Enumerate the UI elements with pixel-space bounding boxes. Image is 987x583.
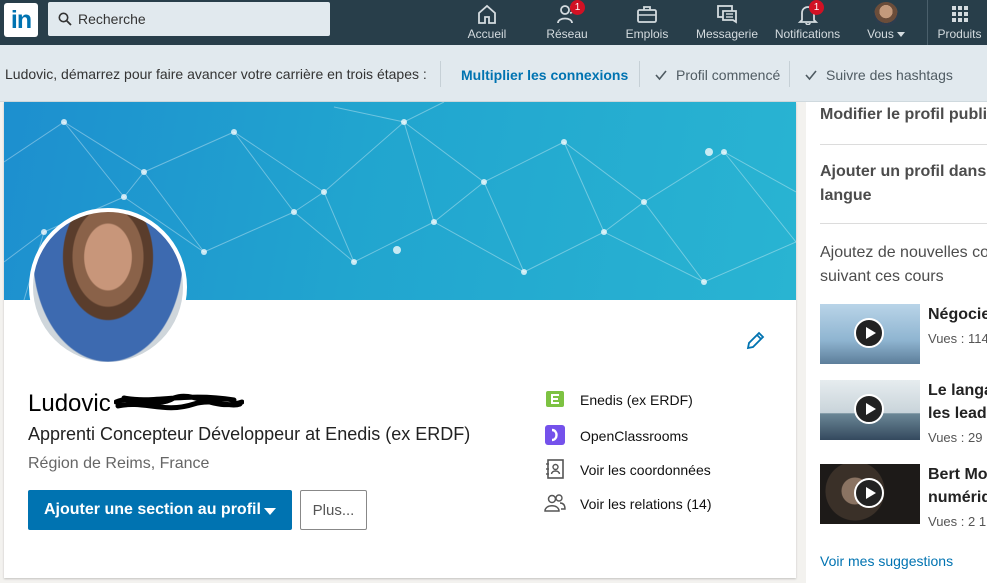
step-follow-hashtags[interactable]: Suivre des hashtags: [805, 67, 953, 83]
edit-pencil-icon[interactable]: [744, 330, 766, 352]
nav-label: Messagerie: [695, 27, 759, 41]
nav-item-home[interactable]: Accueil: [453, 0, 521, 45]
nav-label: Notifications: [774, 27, 841, 41]
messaging-icon: [717, 5, 737, 24]
people-icon: [544, 494, 566, 512]
profile-headline: Apprenti Concepteur Développeur at Enedi…: [28, 424, 471, 444]
add-language-profile-link[interactable]: Ajouter un profil dans u: [820, 160, 987, 184]
right-rail: Modifier le profil public Ajouter un pro…: [806, 102, 987, 583]
nav-label: Vous: [867, 27, 894, 41]
link-label: Voir les relations (14): [580, 496, 712, 512]
contact-card-icon: [546, 459, 564, 479]
profile-photo[interactable]: [29, 208, 187, 366]
course-item[interactable]: Négocie Vues : 114: [820, 304, 987, 366]
checkmark-icon: [655, 70, 667, 81]
courses-intro: Ajoutez de nouvelles co: [820, 244, 987, 261]
search-icon: [58, 12, 72, 26]
school-link[interactable]: OpenClassrooms: [544, 424, 774, 450]
profile-location: Région de Reims, France: [28, 455, 210, 472]
nav-label-wrap: Vous: [860, 27, 912, 41]
steps-intro: Ludovic, démarrez pour faire avancer vot…: [5, 66, 427, 82]
connections-link[interactable]: Voir les relations (14): [544, 492, 774, 518]
nav-label: Produits: [937, 27, 982, 41]
course-views: Vues : 2 1: [928, 514, 987, 529]
step-label: Profil commencé: [676, 67, 781, 83]
edit-public-profile-link[interactable]: Modifier le profil public: [820, 103, 987, 127]
redaction-scribble: [114, 393, 244, 411]
button-label: Ajouter une section au profil: [44, 501, 261, 518]
course-item[interactable]: Le langa les leade Vues : 29: [820, 380, 987, 445]
notification-badge: 1: [570, 0, 585, 15]
link-label: Voir les coordonnées: [580, 462, 711, 478]
play-icon[interactable]: [854, 478, 884, 508]
nav-label: Emplois: [625, 27, 669, 41]
briefcase-icon: [637, 6, 657, 23]
nav-item-notifications[interactable]: 1 Notifications: [770, 0, 845, 45]
course-title-line2: les leade: [928, 405, 987, 422]
more-button[interactable]: Plus...: [300, 490, 367, 530]
course-item[interactable]: Bert Mo numériq Vues : 2 1: [820, 464, 987, 529]
search-input[interactable]: [78, 2, 323, 36]
linkedin-logo-icon[interactable]: in: [4, 3, 38, 37]
link-label: Enedis (ex ERDF): [580, 392, 693, 408]
notification-badge: 1: [809, 0, 824, 15]
contact-info-link[interactable]: Voir les coordonnées: [544, 458, 774, 484]
course-views: Vues : 114: [928, 331, 987, 346]
play-icon[interactable]: [854, 318, 884, 348]
checkmark-icon: [805, 70, 817, 81]
onboarding-steps-bar: Ludovic, démarrez pour faire avancer vot…: [0, 45, 987, 102]
nav-item-messaging[interactable]: Messagerie: [692, 0, 762, 45]
course-title-line2: numériq: [928, 489, 987, 506]
link-label: OpenClassrooms: [580, 428, 689, 444]
step-profile-started[interactable]: Profil commencé: [655, 67, 781, 83]
nav-label: Accueil: [467, 27, 507, 41]
add-language-profile-link-line2[interactable]: langue: [820, 184, 872, 208]
add-profile-section-button[interactable]: Ajouter une section au profil: [28, 490, 292, 530]
chevron-down-icon: [264, 508, 276, 515]
course-title: Bert Mo: [928, 466, 987, 483]
company-link[interactable]: Enedis (ex ERDF): [544, 388, 774, 414]
courses-intro-line2: suivant ces cours: [820, 268, 944, 285]
nav-label: Réseau: [546, 27, 588, 41]
divider: [639, 61, 640, 87]
course-title: Le langa: [928, 382, 987, 399]
step-label: Suivre des hashtags: [826, 67, 953, 83]
see-suggestions-link[interactable]: Voir mes suggestions: [820, 553, 953, 569]
enedis-logo-icon: [546, 391, 564, 407]
profile-name: Ludovic: [28, 390, 111, 417]
nav-item-network[interactable]: 1 Réseau: [536, 0, 598, 45]
nav-divider: [927, 0, 928, 45]
openclassrooms-logo-icon: [545, 425, 565, 445]
logo-text: in: [10, 6, 32, 34]
divider: [789, 61, 790, 87]
divider: [440, 61, 441, 87]
nav-item-products[interactable]: Produits: [932, 0, 987, 45]
divider: [820, 223, 987, 224]
divider: [820, 144, 987, 145]
chevron-down-icon: [896, 32, 905, 38]
nav-item-me[interactable]: Vous: [860, 0, 912, 45]
home-icon: [478, 4, 496, 24]
avatar: [874, 2, 898, 26]
course-title: Négocie: [928, 306, 987, 323]
search-bar[interactable]: [48, 2, 330, 36]
play-icon[interactable]: [854, 394, 884, 424]
grid-icon: [951, 6, 968, 22]
step-grow-network[interactable]: Multiplier les connexions: [461, 67, 628, 83]
profile-card: Ludovic Apprenti Concepteur Développeur …: [4, 102, 796, 578]
top-navbar: in Accueil 1 Réseau Emplois Messagerie 1…: [0, 0, 987, 45]
course-views: Vues : 29: [928, 430, 983, 445]
nav-item-jobs[interactable]: Emplois: [616, 0, 678, 45]
